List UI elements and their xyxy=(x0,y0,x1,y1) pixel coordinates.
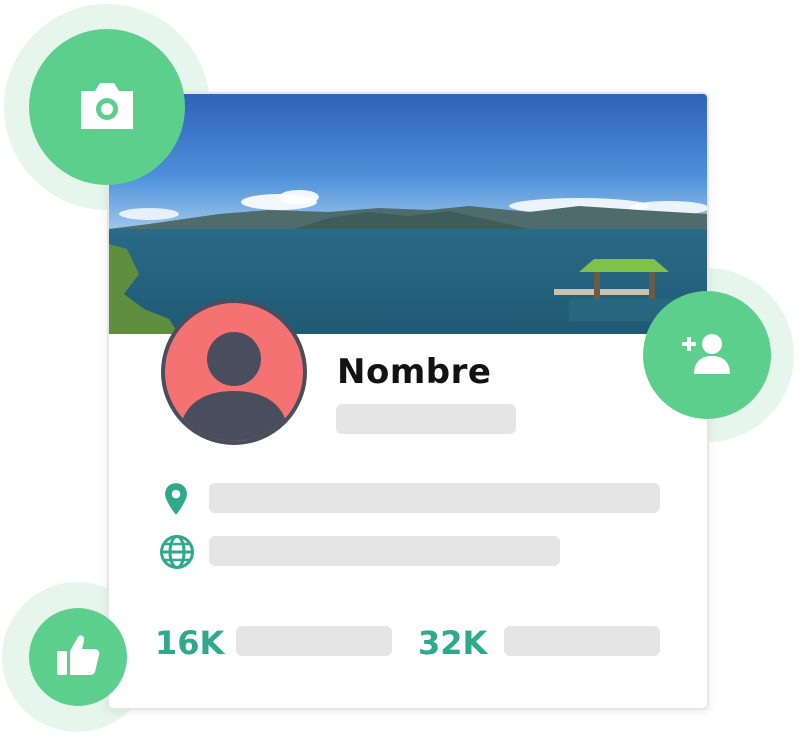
website-placeholder xyxy=(209,536,560,566)
camera-button[interactable] xyxy=(29,29,185,185)
location-placeholder xyxy=(209,483,660,513)
profile-name: Nombre xyxy=(337,352,492,392)
avatar[interactable] xyxy=(161,299,307,445)
add-user-icon xyxy=(680,330,734,380)
stat-value-second: 32K xyxy=(418,624,488,662)
subtitle-placeholder xyxy=(336,404,516,434)
cover-photo xyxy=(109,94,707,334)
stat-label-placeholder-first xyxy=(236,626,392,656)
location-pin-icon xyxy=(161,482,191,520)
profile-card: Nombre 16K 32K xyxy=(107,92,709,710)
camera-icon xyxy=(77,79,137,135)
stat-value-first: 16K xyxy=(155,624,225,662)
globe-icon xyxy=(159,534,195,574)
like-button[interactable] xyxy=(29,608,127,706)
stat-label-placeholder-second xyxy=(504,626,660,656)
add-user-button[interactable] xyxy=(643,291,771,419)
thumbs-up-icon xyxy=(55,633,101,681)
